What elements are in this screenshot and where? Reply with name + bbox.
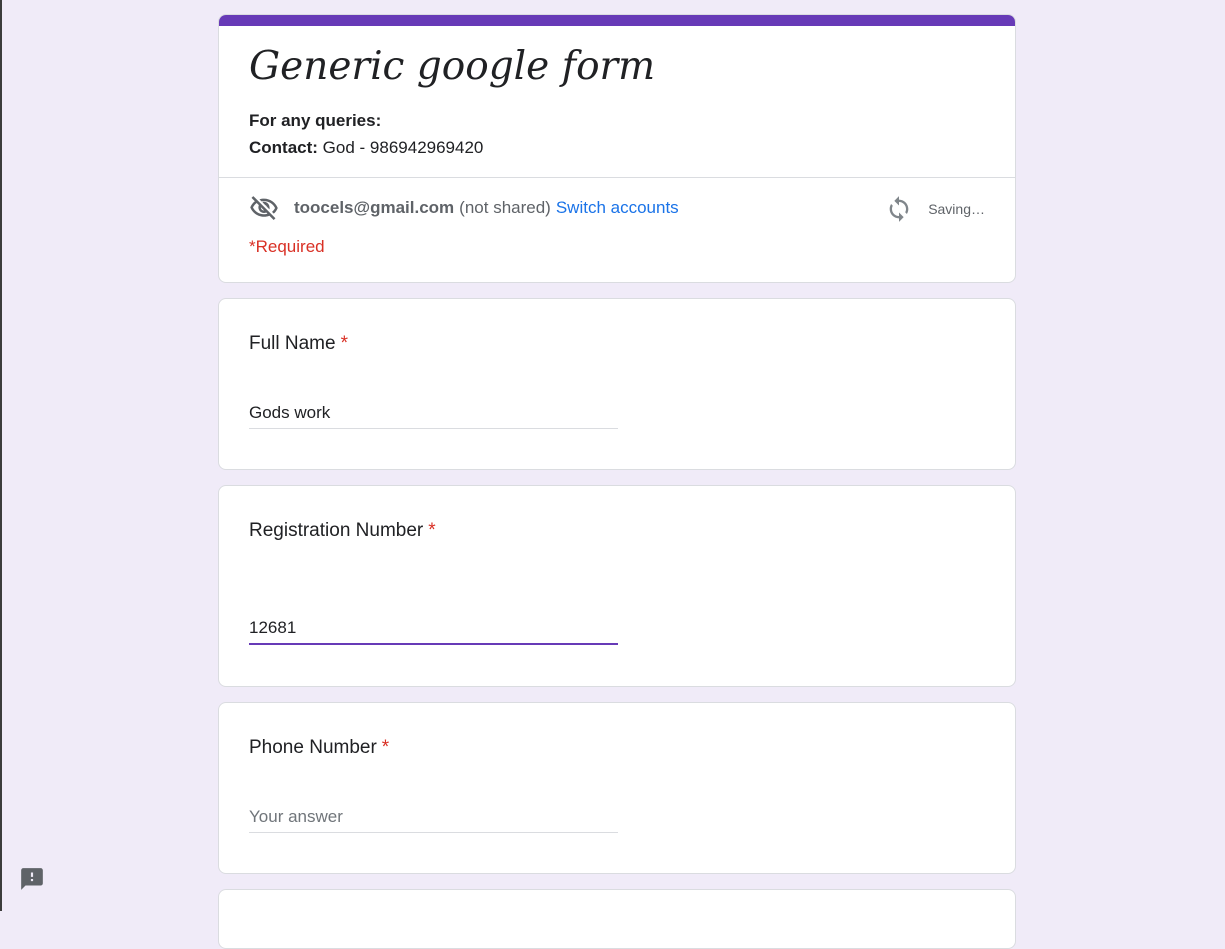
form-description-queries: For any queries: [249,110,381,132]
phone-number-input[interactable] [249,801,618,833]
contact-value: God - 986942969420 [317,138,484,157]
required-asterisk: * [381,737,390,758]
sync-icon [885,195,913,223]
question-title: Phone Number [249,737,377,758]
full-name-input[interactable] [249,397,618,429]
required-asterisk: * [428,520,436,541]
form-description-contact: Contact: God - 986942969420 [249,137,483,159]
queries-label: For any queries: [249,111,382,130]
contact-label: Contact: [249,138,318,157]
form-header-card: Generic google form For any queries: Con… [218,14,1016,283]
window-edge [0,0,2,911]
question-title: Full Name [249,333,336,354]
visibility-off-icon [249,193,279,223]
form-title: Generic google form [249,44,656,89]
question-card-next [218,889,1016,949]
question-label-registration-number: Registration Number * [249,519,436,543]
question-title: Registration Number [249,520,424,541]
required-note: *Required [249,237,325,256]
question-label-full-name: Full Name * [249,332,348,356]
account-row: toocels@gmail.com (not shared) Switch ac… [249,193,679,223]
account-email: toocels@gmail.com [294,198,455,217]
feedback-icon[interactable] [18,866,46,892]
header-divider [219,177,1015,178]
registration-number-input[interactable] [249,613,618,645]
question-card-full-name: Full Name * [218,298,1016,470]
saving-status-text: Saving… [928,201,985,217]
not-shared-label: (not shared) [459,198,551,217]
switch-accounts-link[interactable]: Switch accounts [556,198,679,218]
question-card-registration-number: Registration Number * [218,485,1016,687]
header-accent-bar [219,15,1015,26]
saving-status: Saving… [885,195,985,223]
required-asterisk: * [340,333,348,354]
question-card-phone-number: Phone Number * [218,702,1016,874]
question-label-phone-number: Phone Number * [249,736,389,760]
